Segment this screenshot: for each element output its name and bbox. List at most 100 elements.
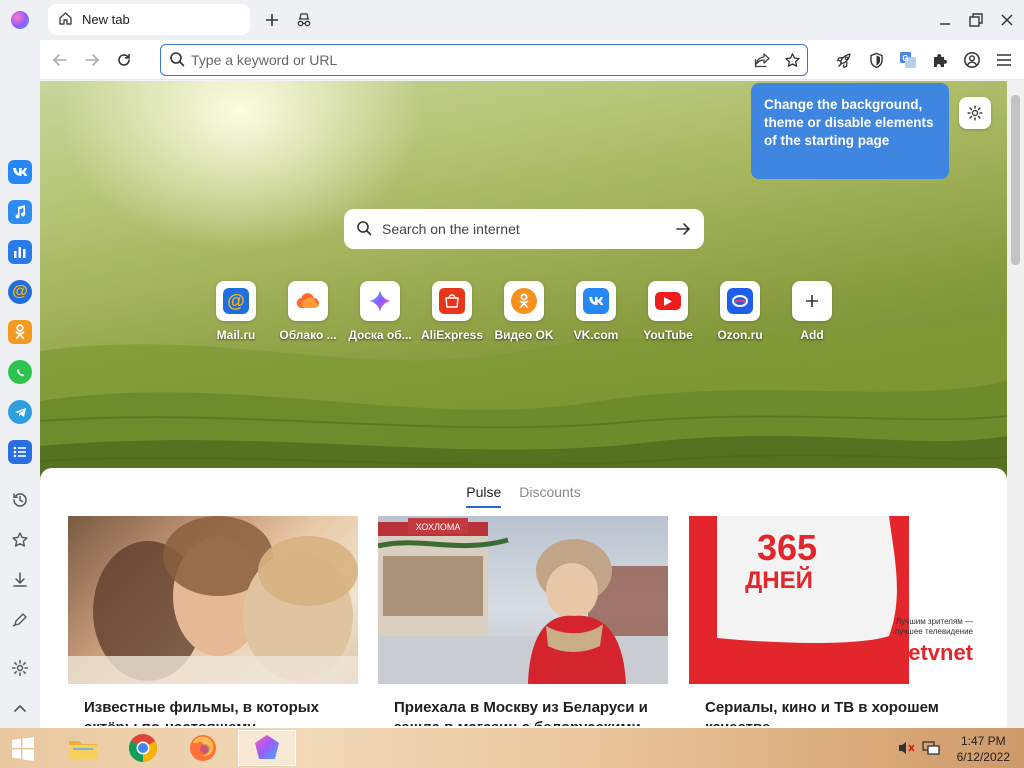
youtube-icon (648, 281, 688, 321)
menu-hamburger-icon[interactable] (992, 48, 1016, 72)
firefox-icon[interactable] (174, 730, 232, 766)
back-arrow-icon[interactable] (48, 48, 72, 72)
speed-dial-tile-board[interactable]: Доска об... (344, 281, 416, 342)
news-card-image (68, 516, 358, 684)
news-card-title: Приехала в Москву из Беларуси и зашла в … (394, 699, 648, 726)
reload-icon[interactable] (112, 48, 136, 72)
browser-logo-icon[interactable] (11, 11, 29, 29)
speed-dial-tile-aliexpress[interactable]: AliExpress (416, 281, 488, 342)
ad-number: 365 (757, 527, 817, 568)
search-placeholder: Search on the internet (382, 221, 520, 237)
clock-time: 1:47 PM (960, 734, 1006, 748)
search-icon (169, 51, 185, 70)
whatsapp-icon[interactable] (8, 360, 32, 384)
plus-icon (792, 281, 832, 321)
news-card[interactable]: 365 ДНЕЙ Лучшим зрителям — лучшее телеви… (689, 516, 979, 726)
customize-gear-icon[interactable] (959, 97, 991, 129)
news-card-title: Известные фильмы, в которых актёры по-на… (84, 699, 319, 726)
star-icon (360, 281, 400, 321)
network-icon[interactable] (922, 740, 940, 756)
mailru-icon: @ (216, 281, 256, 321)
tab-new-tab[interactable]: New tab (48, 4, 250, 35)
ozon-icon (720, 281, 760, 321)
incognito-icon[interactable] (292, 8, 316, 32)
telegram-icon[interactable] (8, 400, 32, 424)
windows-start-icon[interactable] (10, 736, 36, 762)
atom-browser-icon[interactable] (238, 730, 296, 766)
address-input[interactable] (191, 52, 731, 68)
mail-at-icon[interactable]: @ (8, 280, 32, 304)
speaker-muted-icon[interactable] (898, 740, 916, 756)
downloads-icon[interactable] (9, 569, 31, 591)
tab-pulse[interactable]: Pulse (466, 484, 502, 508)
vk-icon[interactable] (8, 160, 32, 184)
pen-icon[interactable] (9, 609, 31, 631)
toolbar: G (40, 40, 1024, 80)
customize-tooltip: Change the background, theme or disable … (751, 83, 949, 179)
scrollbar-thumb[interactable] (1011, 95, 1020, 265)
translate-icon[interactable]: G (896, 48, 920, 72)
rocket-icon[interactable] (832, 48, 856, 72)
profile-icon[interactable] (960, 48, 984, 72)
tab-strip: New tab (40, 0, 1024, 40)
news-card-title: Сериалы, кино и ТВ в хорошем качестве (705, 699, 939, 726)
tile-label: Ozon.ru (717, 328, 763, 342)
address-bar[interactable] (160, 44, 808, 76)
file-explorer-icon[interactable] (54, 730, 112, 766)
list-icon[interactable] (8, 440, 32, 464)
feed-tabs: Pulse Discounts (40, 484, 1007, 508)
restore-icon[interactable] (964, 8, 988, 32)
cloud-icon (288, 281, 328, 321)
svg-text:G: G (902, 54, 908, 63)
tile-label: Mail.ru (216, 328, 256, 342)
speed-dial-tile-mailru[interactable]: @ Mail.ru (200, 281, 272, 342)
search-icon (356, 220, 372, 239)
news-feed: Pulse Discounts Известные фильмы, в кото… (40, 468, 1007, 728)
speed-dial-tile-cloud[interactable]: Облако ... (272, 281, 344, 342)
close-icon[interactable] (995, 8, 1019, 32)
stats-icon[interactable] (8, 240, 32, 264)
chrome-icon[interactable] (114, 730, 172, 766)
speed-dial-tile-ozon[interactable]: Ozon.ru (704, 281, 776, 342)
ad-tagline-2: лучшее телевидение (895, 627, 974, 636)
tab-title: New tab (82, 12, 130, 27)
system-clock[interactable]: 1:47 PM 6/12/2022 (957, 733, 1010, 765)
bookmark-star-icon[interactable] (781, 49, 803, 71)
settings-gear-icon[interactable] (9, 657, 31, 679)
sidebar: @ (0, 0, 40, 728)
clock-date: 6/12/2022 (956, 750, 1010, 764)
chevron-up-icon[interactable] (9, 697, 31, 719)
speed-dial-tile-vk[interactable]: VK.com (560, 281, 632, 342)
extensions-puzzle-icon[interactable] (928, 48, 952, 72)
news-card[interactable]: ХОХЛОМА Приехала в Москву из Беларуси и … (378, 516, 668, 726)
speed-dial-add-tile[interactable]: Add (776, 281, 848, 342)
page-scrollbar[interactable] (1007, 81, 1024, 728)
minimize-icon[interactable] (933, 8, 957, 32)
new-tab-page: Change the background, theme or disable … (40, 81, 1007, 728)
tile-label: Облако ... (279, 328, 337, 342)
tile-label: Add (800, 328, 824, 342)
speed-dial-tile-video-ok[interactable]: Видео OK (488, 281, 560, 342)
home-icon (58, 11, 73, 29)
tile-label: AliExpress (420, 328, 484, 342)
taskbar: 1:47 PM 6/12/2022 (0, 728, 1024, 768)
news-card-image: 365 ДНЕЙ Лучшим зрителям — лучшее телеви… (689, 516, 979, 684)
tab-discounts[interactable]: Discounts (519, 484, 580, 506)
tile-label: VK.com (573, 328, 619, 342)
arrow-right-icon[interactable] (672, 218, 694, 240)
shield-icon[interactable] (864, 48, 888, 72)
bookmarks-star-icon[interactable] (9, 529, 31, 551)
share-icon[interactable] (751, 49, 773, 71)
odnoklassniki-icon[interactable] (8, 320, 32, 344)
news-card[interactable]: Известные фильмы, в которых актёры по-на… (68, 516, 358, 726)
new-tab-plus-icon[interactable] (260, 8, 284, 32)
ad-word: ДНЕЙ (745, 566, 813, 594)
shop-sign-text: ХОХЛОМА (416, 522, 461, 532)
history-icon[interactable] (9, 489, 31, 511)
speed-dial-tile-youtube[interactable]: YouTube (632, 281, 704, 342)
forward-arrow-icon[interactable] (80, 48, 104, 72)
vk-icon (576, 281, 616, 321)
news-card-image: ХОХЛОМА (378, 516, 668, 684)
music-icon[interactable] (8, 200, 32, 224)
web-search-box[interactable]: Search on the internet (344, 209, 704, 249)
